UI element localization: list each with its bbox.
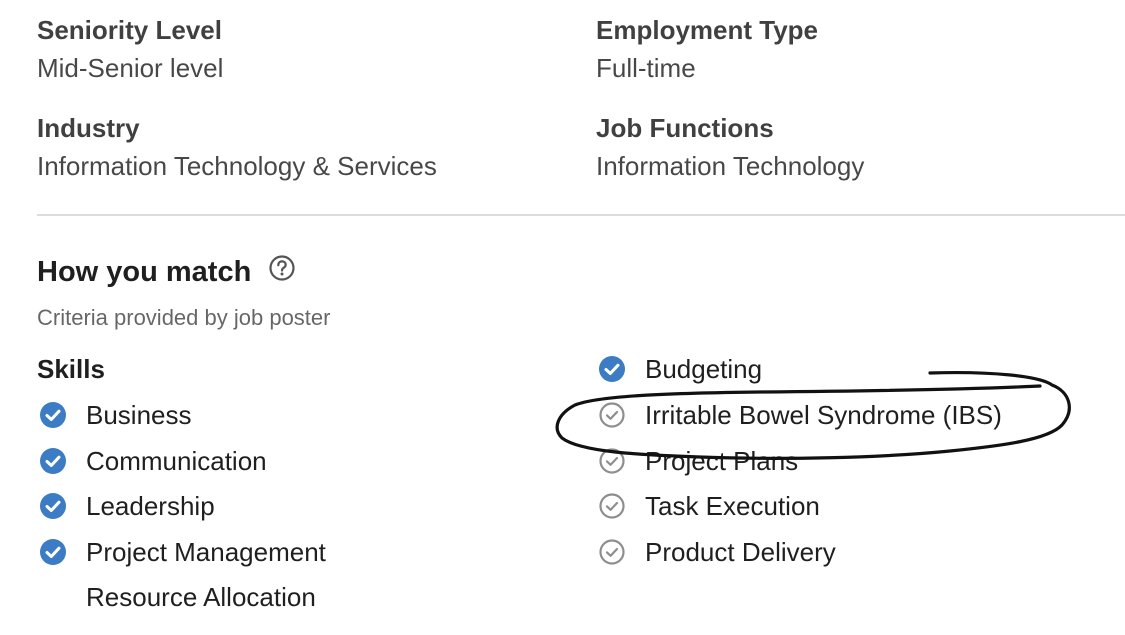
- industry-block: Industry Information Technology & Servic…: [37, 113, 437, 181]
- section-divider: [37, 214, 1125, 216]
- skill-item-resource-allocation: Resource Allocation: [39, 581, 316, 613]
- industry-label: Industry: [37, 113, 140, 143]
- skill-item-project-management: Project Management: [39, 536, 326, 568]
- skill-label: Business: [86, 400, 192, 430]
- question-circle-icon[interactable]: [268, 254, 296, 282]
- skill-item-leadership: Leadership: [39, 490, 215, 522]
- check-circle-outline-icon: [599, 402, 625, 428]
- employment-type-value: Full-time: [596, 53, 696, 83]
- skill-label: Irritable Bowel Syndrome (IBS): [645, 400, 1002, 430]
- employment-type-label: Employment Type: [596, 15, 819, 45]
- check-circle-filled-icon: [40, 448, 66, 474]
- skill-item-product-delivery: Product Delivery: [598, 536, 836, 568]
- check-circle-filled-icon: [40, 539, 66, 565]
- check-circle-outline-icon: [599, 539, 625, 565]
- skill-label: Resource Allocation: [86, 582, 316, 612]
- skill-label: Leadership: [86, 491, 215, 521]
- employment-type-block: Employment Type Full-time: [596, 15, 818, 83]
- job-functions-label: Job Functions: [596, 113, 774, 143]
- check-circle-outline-icon: [599, 448, 625, 474]
- skill-item-task-execution: Task Execution: [598, 490, 820, 522]
- check-circle-outline-icon: [599, 493, 625, 519]
- how-you-match-title: How you match: [37, 256, 252, 288]
- skills-heading: Skills: [37, 354, 105, 384]
- check-circle-filled-icon: [599, 356, 625, 382]
- skill-item-business: Business: [39, 399, 192, 431]
- skill-label: Project Management: [86, 537, 326, 567]
- skill-label: Product Delivery: [645, 537, 836, 567]
- skill-label: Task Execution: [645, 491, 820, 521]
- skill-item-project-plans: Project Plans: [598, 445, 798, 477]
- seniority-level-value: Mid-Senior level: [37, 53, 224, 83]
- job-criteria-page: Seniority Level Mid-Senior level Employm…: [0, 0, 1125, 635]
- skill-item-communication: Communication: [39, 445, 267, 477]
- industry-value: Information Technology & Services: [37, 151, 437, 181]
- skill-label: Budgeting: [645, 354, 763, 384]
- skill-label: Communication: [86, 446, 267, 476]
- seniority-level-block: Seniority Level Mid-Senior level: [37, 15, 223, 83]
- check-circle-filled-icon: [40, 493, 66, 519]
- skill-label: Project Plans: [645, 446, 799, 476]
- check-circle-filled-icon: [40, 402, 66, 428]
- skill-item-budgeting: Budgeting: [598, 353, 762, 385]
- job-functions-value: Information Technology: [596, 151, 865, 181]
- seniority-level-label: Seniority Level: [37, 15, 222, 45]
- criteria-subtitle: Criteria provided by job poster: [37, 305, 331, 330]
- job-functions-block: Job Functions Information Technology: [596, 113, 864, 181]
- how-you-match-heading: How you match: [37, 255, 296, 289]
- skill-item-ibs: Irritable Bowel Syndrome (IBS): [598, 399, 1002, 431]
